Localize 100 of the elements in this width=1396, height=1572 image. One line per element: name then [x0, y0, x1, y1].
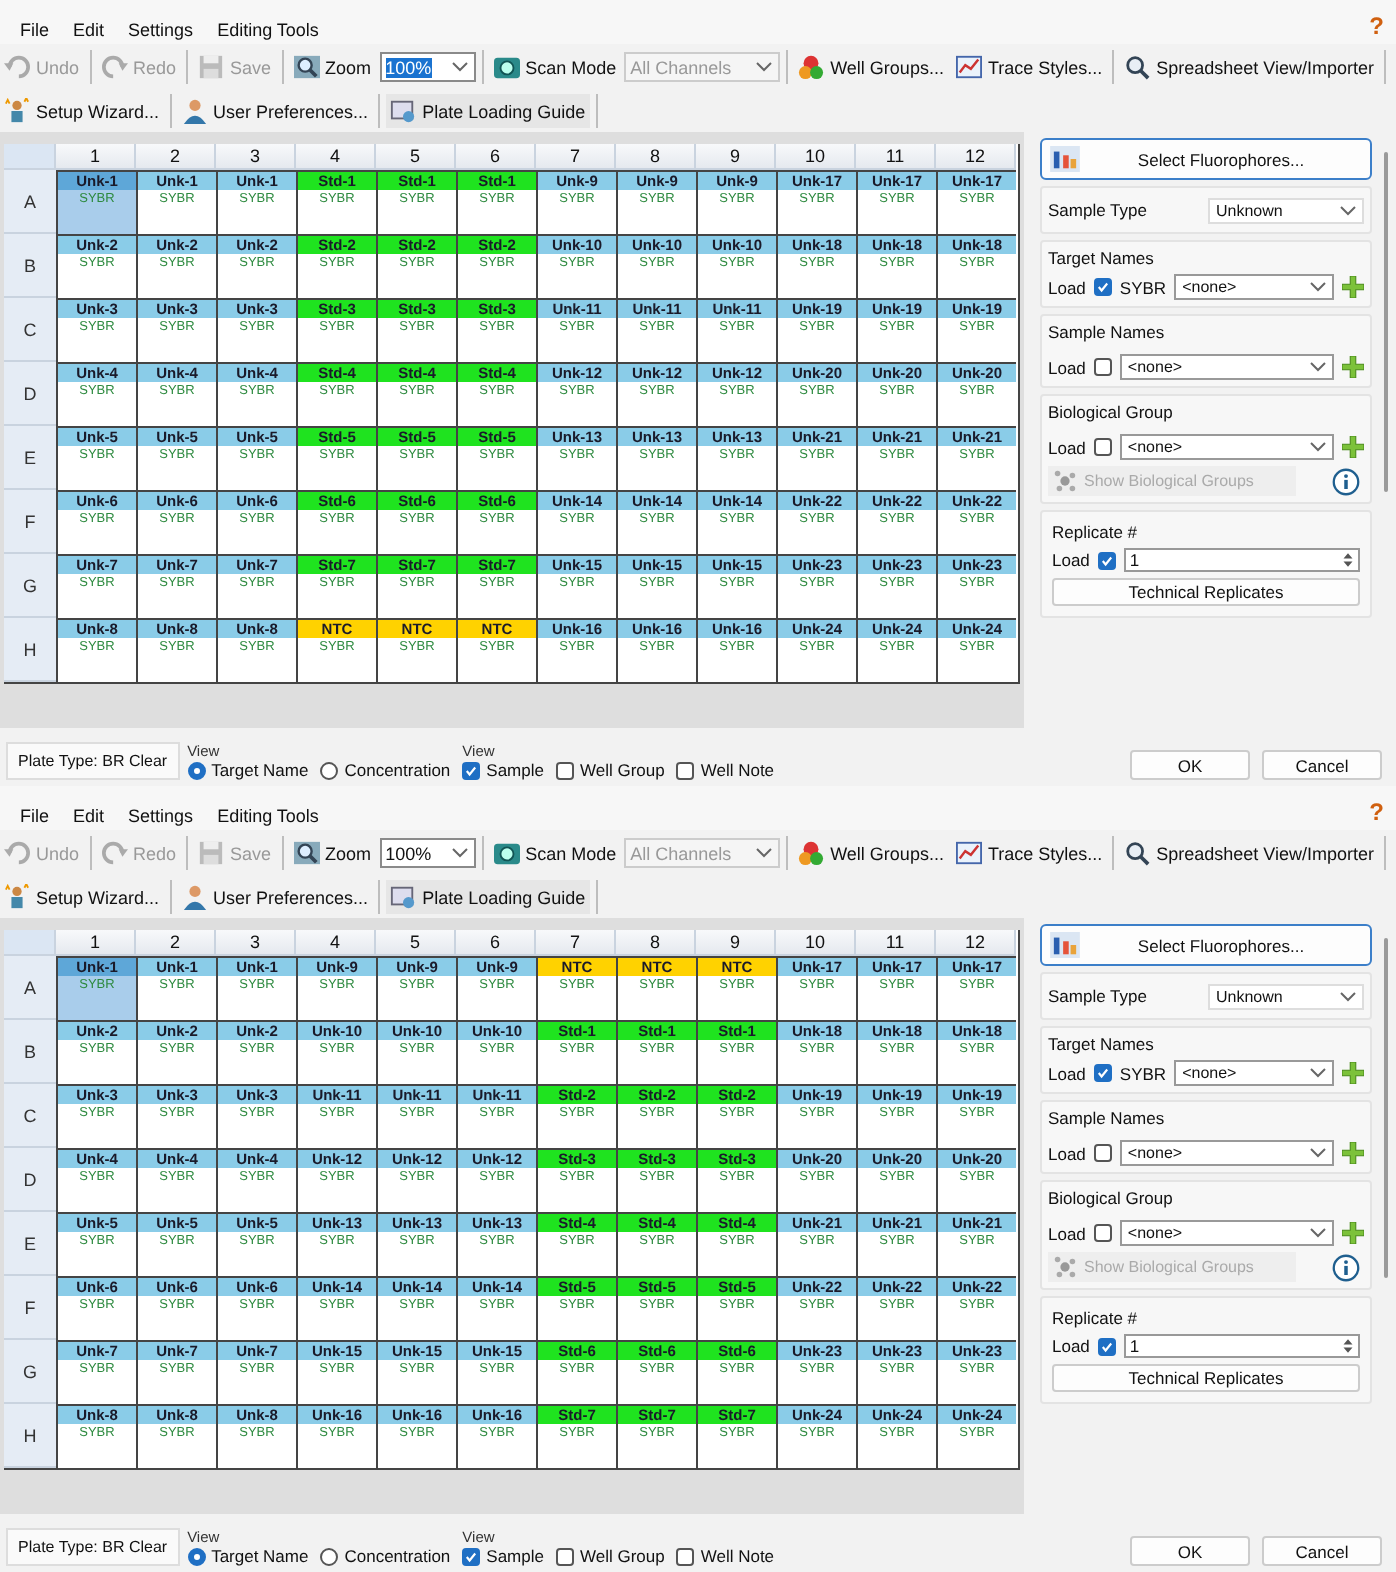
toolbar-button[interactable]: Trace Styles... — [951, 836, 1107, 870]
row-header[interactable]: F — [4, 490, 56, 554]
column-header[interactable]: 3 — [216, 930, 296, 956]
checkbox-option[interactable]: Well Group — [555, 760, 665, 780]
column-header[interactable]: 2 — [136, 144, 216, 170]
checkbox-option[interactable]: Well Note — [676, 760, 775, 780]
load-checkbox[interactable] — [1097, 1337, 1116, 1355]
cancel-button[interactable]: Cancel — [1262, 750, 1382, 780]
help-button[interactable]: ? — [1369, 12, 1384, 40]
add-icon[interactable] — [1342, 1222, 1364, 1244]
column-header[interactable]: 2 — [136, 930, 216, 956]
toolbar-button[interactable]: Spreadsheet View/Importer — [1120, 50, 1379, 84]
column-header[interactable]: 1 — [56, 144, 136, 170]
add-icon[interactable] — [1342, 276, 1364, 298]
column-header[interactable]: 5 — [376, 930, 456, 956]
checkbox-option[interactable]: Well Note — [676, 1546, 775, 1566]
row-header[interactable]: C — [4, 298, 56, 362]
biological-group-dropdown[interactable]: <none> — [1119, 434, 1334, 460]
column-header[interactable]: 9 — [696, 930, 776, 956]
load-checkbox[interactable] — [1093, 358, 1112, 376]
column-header[interactable]: 5 — [376, 144, 456, 170]
load-checkbox[interactable] — [1093, 1144, 1112, 1162]
select-fluorophores-button[interactable]: Select Fluorophores... — [1040, 924, 1372, 966]
target-name-dropdown[interactable]: <none> — [1174, 1060, 1334, 1086]
target-name-dropdown[interactable]: <none> — [1174, 274, 1334, 300]
sample-type-dropdown[interactable]: Unknown — [1208, 983, 1364, 1009]
checkbox-option[interactable]: Sample — [462, 760, 544, 780]
biological-group-dropdown[interactable]: <none> — [1119, 1220, 1334, 1246]
row-header[interactable]: D — [4, 1148, 56, 1212]
menu-item[interactable]: Settings — [116, 806, 206, 826]
toolbar-button[interactable]: Zoom — [289, 836, 376, 870]
radio-option[interactable]: Concentration — [320, 1546, 451, 1566]
menu-item[interactable]: File — [8, 806, 62, 826]
column-header[interactable]: 7 — [536, 144, 616, 170]
menu-item[interactable]: Settings — [116, 20, 206, 40]
spin-arrows-icon[interactable] — [1342, 550, 1354, 570]
column-header[interactable]: 10 — [776, 930, 856, 956]
toolbar-button[interactable]: Spreadsheet View/Importer — [1120, 836, 1379, 870]
row-header[interactable]: H — [4, 618, 56, 682]
radio-option[interactable]: Target Name — [187, 760, 309, 780]
spin-arrows-icon[interactable] — [1342, 1336, 1354, 1356]
column-header[interactable]: 6 — [456, 930, 536, 956]
toolbar-button[interactable]: Plate Loading Guide — [386, 880, 590, 914]
column-header[interactable]: 11 — [856, 930, 936, 956]
column-header[interactable]: 4 — [296, 144, 376, 170]
replicate-spinbox[interactable]: 1 — [1123, 548, 1360, 572]
replicate-spinbox[interactable]: 1 — [1123, 1334, 1360, 1358]
add-icon[interactable] — [1342, 356, 1364, 378]
radio-option[interactable]: Target Name — [187, 1546, 309, 1566]
toolbar-button[interactable]: Plate Loading Guide — [386, 94, 590, 128]
column-header[interactable]: 7 — [536, 930, 616, 956]
menu-item[interactable]: Edit — [61, 20, 117, 40]
row-header[interactable]: A — [4, 956, 56, 1020]
row-header[interactable]: D — [4, 362, 56, 426]
scrollbar[interactable] — [1384, 938, 1388, 1278]
radio-option[interactable]: Concentration — [320, 760, 451, 780]
column-header[interactable]: 1 — [56, 930, 136, 956]
toolbar-button[interactable]: Zoom — [289, 50, 376, 84]
load-checkbox[interactable] — [1097, 551, 1116, 569]
info-icon[interactable] — [1332, 1253, 1360, 1281]
row-header[interactable]: F — [4, 1276, 56, 1340]
sample-name-dropdown[interactable]: <none> — [1119, 1140, 1334, 1166]
checkbox-option[interactable]: Well Group — [555, 1546, 665, 1566]
column-header[interactable]: 12 — [936, 930, 1016, 956]
technical-replicates-button[interactable]: Technical Replicates — [1052, 1364, 1360, 1392]
row-header[interactable]: H — [4, 1404, 56, 1468]
load-checkbox[interactable] — [1093, 1224, 1112, 1242]
row-header[interactable]: E — [4, 426, 56, 490]
dropdown[interactable]: 100% — [379, 52, 476, 82]
row-header[interactable]: B — [4, 234, 56, 298]
technical-replicates-button[interactable]: Technical Replicates — [1052, 578, 1360, 606]
add-icon[interactable] — [1342, 1062, 1364, 1084]
load-checkbox[interactable] — [1093, 278, 1112, 296]
column-header[interactable]: 9 — [696, 144, 776, 170]
scrollbar[interactable] — [1384, 152, 1388, 492]
column-header[interactable]: 10 — [776, 144, 856, 170]
ok-button[interactable]: OK — [1130, 1536, 1250, 1566]
toolbar-button[interactable]: Well Groups... — [794, 836, 948, 870]
row-header[interactable]: A — [4, 170, 56, 234]
menu-item[interactable]: Editing Tools — [205, 20, 331, 40]
load-checkbox[interactable] — [1093, 438, 1112, 456]
row-header[interactable]: E — [4, 1212, 56, 1276]
row-header[interactable]: C — [4, 1084, 56, 1148]
menu-item[interactable]: Edit — [61, 806, 117, 826]
row-header[interactable]: G — [4, 554, 56, 618]
ok-button[interactable]: OK — [1130, 750, 1250, 780]
toolbar-button[interactable]: Scan Mode — [489, 836, 621, 870]
load-checkbox[interactable] — [1093, 1064, 1112, 1082]
menu-item[interactable]: Editing Tools — [205, 806, 331, 826]
toolbar-button[interactable]: Trace Styles... — [951, 50, 1107, 84]
toolbar-button[interactable]: Setup Wizard... — [0, 880, 164, 914]
toolbar-button[interactable]: Setup Wizard... — [0, 94, 164, 128]
toolbar-button[interactable]: User Preferences... — [177, 94, 373, 128]
column-header[interactable]: 4 — [296, 930, 376, 956]
help-button[interactable]: ? — [1369, 798, 1384, 826]
toolbar-button[interactable]: User Preferences... — [177, 880, 373, 914]
row-header[interactable]: B — [4, 1020, 56, 1084]
column-header[interactable]: 3 — [216, 144, 296, 170]
sample-type-dropdown[interactable]: Unknown — [1208, 197, 1364, 223]
sample-name-dropdown[interactable]: <none> — [1119, 354, 1334, 380]
